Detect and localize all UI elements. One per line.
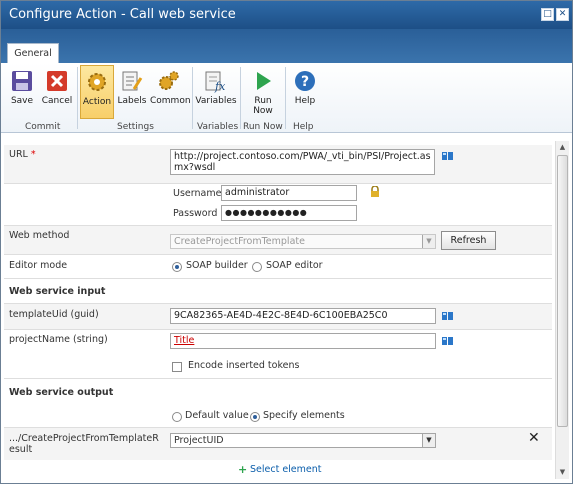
cancel-icon: [47, 71, 67, 91]
separator: [240, 67, 241, 129]
refresh-button[interactable]: Refresh: [441, 231, 496, 250]
labels-button[interactable]: Labels: [117, 65, 147, 119]
title-bar: Configure Action - Call web service □ ✕: [1, 1, 572, 29]
soap-builder-radio[interactable]: [172, 262, 182, 272]
form-content: URL * http://project.contoso.com/PWA/_vt…: [4, 141, 552, 479]
variables-fx-icon: fx: [205, 71, 226, 93]
labels-icon: [122, 71, 143, 91]
group-variables: Variables: [197, 122, 239, 132]
url-input[interactable]: http://project.contoso.com/PWA/_vti_bin/…: [170, 149, 435, 175]
play-icon: [257, 72, 271, 90]
group-settings: Settings: [117, 122, 154, 132]
run-now-label: Run Now: [253, 96, 273, 116]
default-value-label: Default value: [185, 410, 249, 421]
editor-mode-label: Editor mode: [9, 260, 68, 271]
insert-reference-icon[interactable]: [442, 151, 454, 161]
common-button[interactable]: Common: [150, 65, 191, 119]
run-now-button[interactable]: Run Now: [245, 65, 281, 123]
maximize-icon[interactable]: □: [541, 8, 554, 21]
divider: [4, 254, 552, 255]
action-button[interactable]: Action: [80, 65, 114, 119]
cancel-label: Cancel: [41, 96, 73, 106]
chevron-down-icon: ▼: [422, 235, 435, 248]
cancel-button[interactable]: Cancel: [41, 65, 73, 119]
scroll-thumb[interactable]: [557, 155, 568, 427]
specify-elements-radio[interactable]: [250, 412, 260, 422]
remove-icon[interactable]: ✕: [528, 430, 540, 446]
scroll-up-icon[interactable]: ▲: [556, 141, 569, 154]
specify-elements-label: Specify elements: [263, 410, 345, 421]
title-token[interactable]: Title: [174, 335, 194, 346]
tab-general[interactable]: General: [7, 43, 59, 63]
common-gears-icon: [159, 71, 179, 90]
help-button[interactable]: ? Help: [289, 65, 321, 119]
configure-action-dialog: Configure Action - Call web service □ ✕ …: [0, 0, 573, 484]
project-name-label: projectName (string): [9, 334, 108, 345]
scroll-down-icon[interactable]: ▼: [556, 466, 569, 479]
result-select[interactable]: ProjectUID ▼: [170, 433, 436, 448]
lock-icon: [371, 186, 379, 197]
soap-editor-radio[interactable]: [252, 262, 262, 272]
template-uid-input[interactable]: 9CA82365-AE4D-4E2C-8E4D-6C100EBA25C0: [170, 308, 436, 324]
close-icon[interactable]: ✕: [556, 8, 569, 21]
web-method-select[interactable]: CreateProjectFromTemplate ▼: [170, 234, 436, 249]
labels-label: Labels: [117, 96, 147, 106]
help-label: Help: [294, 96, 316, 106]
default-value-radio[interactable]: [172, 412, 182, 422]
group-run-now: Run Now: [243, 122, 283, 132]
ribbon: Save Cancel Action Labels Common fx Vari…: [1, 63, 572, 133]
divider: [4, 378, 552, 379]
svg-text:fx: fx: [214, 80, 226, 93]
ws-output-heading: Web service output: [9, 387, 114, 398]
encode-tokens-checkbox[interactable]: [172, 362, 182, 372]
url-label: URL *: [9, 149, 36, 160]
group-help: Help: [293, 122, 314, 132]
encode-tokens-label: Encode inserted tokens: [188, 360, 300, 371]
result-value: ProjectUID: [174, 435, 224, 446]
username-label: Username: [173, 188, 222, 199]
soap-editor-label: SOAP editor: [266, 260, 323, 271]
chevron-down-icon: ▼: [422, 434, 435, 447]
separator: [285, 67, 286, 129]
password-label: Password: [173, 208, 218, 219]
select-element-link[interactable]: Select element: [250, 464, 322, 475]
divider: [4, 329, 552, 330]
svg-text:?: ?: [301, 74, 309, 90]
ribbon-tab-strip: General: [1, 29, 572, 63]
template-uid-label: templateUid (guid): [9, 309, 99, 320]
insert-reference-icon[interactable]: [442, 311, 454, 321]
common-label: Common: [150, 96, 191, 106]
save-label: Save: [10, 96, 34, 106]
action-label: Action: [82, 97, 112, 107]
variables-button[interactable]: fx Variables: [195, 65, 237, 119]
separator: [77, 67, 78, 129]
vertical-scrollbar[interactable]: ▲ ▼: [555, 141, 569, 479]
soap-builder-label: SOAP builder: [186, 260, 248, 271]
divider: [4, 183, 552, 184]
divider: [4, 278, 552, 279]
help-icon: ?: [295, 71, 315, 91]
project-name-input[interactable]: Title: [170, 333, 436, 349]
variables-label: Variables: [195, 96, 237, 106]
gear-icon: [88, 73, 106, 91]
result-label: .../CreateProjectFromTemplateResult: [9, 433, 159, 455]
web-method-value: CreateProjectFromTemplate: [174, 236, 305, 247]
add-icon[interactable]: +: [238, 463, 247, 476]
save-button[interactable]: Save: [7, 65, 37, 119]
ws-input-heading: Web service input: [9, 286, 106, 297]
username-input[interactable]: administrator: [221, 185, 357, 201]
web-method-label: Web method: [9, 230, 70, 241]
group-commit: Commit: [25, 122, 61, 132]
password-input[interactable]: ●●●●●●●●●●●: [221, 205, 357, 221]
window-title: Configure Action - Call web service: [9, 7, 236, 22]
separator: [192, 67, 193, 129]
save-icon: [12, 71, 32, 91]
insert-reference-icon[interactable]: [442, 336, 454, 346]
